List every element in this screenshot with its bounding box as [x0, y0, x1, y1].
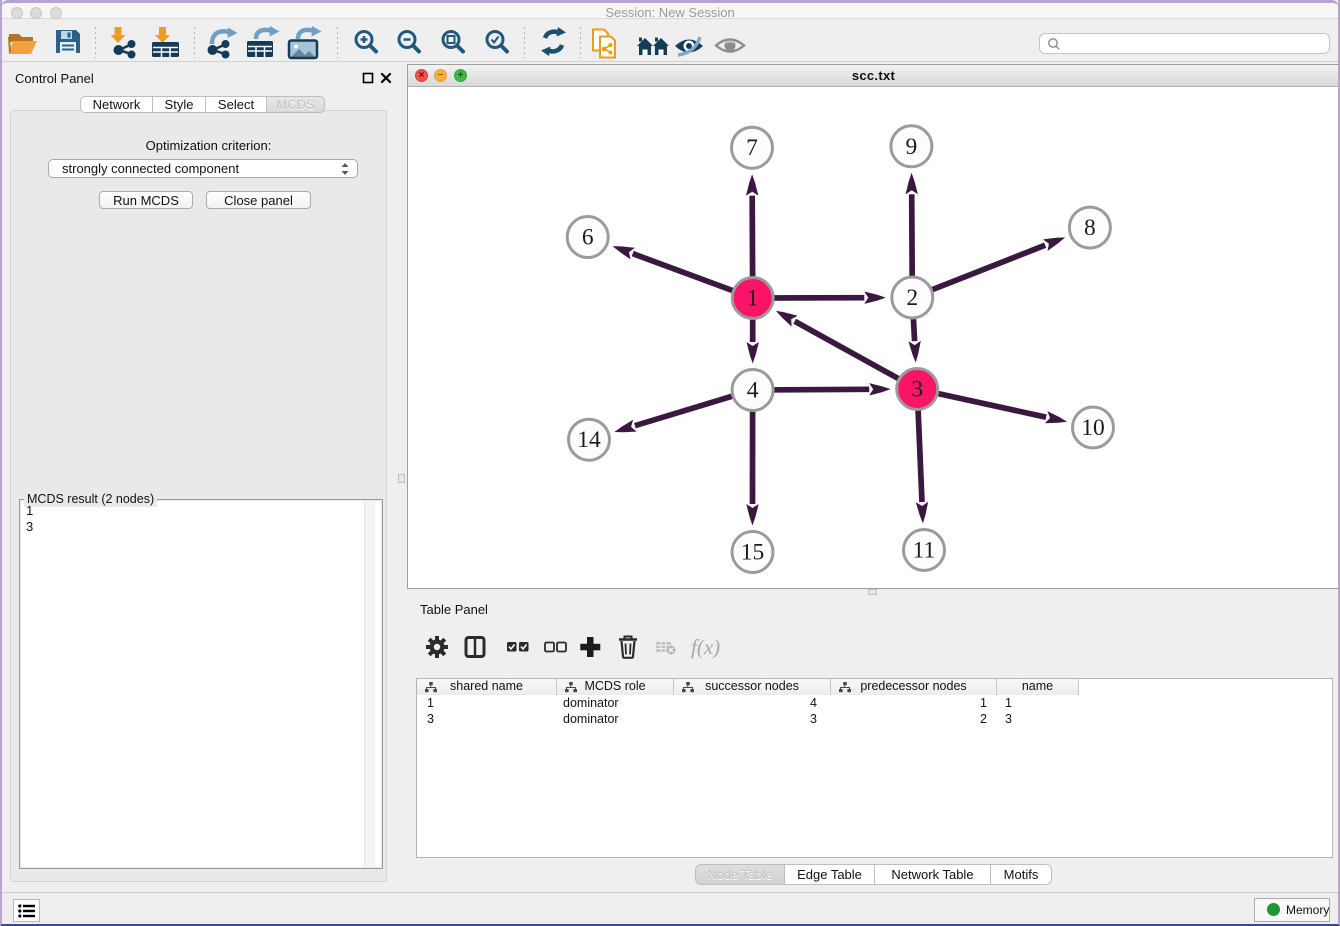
svg-text:6: 6	[582, 225, 594, 251]
svg-text:9: 9	[906, 134, 918, 160]
svg-text:14: 14	[577, 427, 601, 453]
svg-text:f(x): f(x)	[691, 635, 720, 659]
svg-text:8: 8	[1084, 215, 1096, 241]
svg-text:2: 2	[906, 285, 918, 311]
svg-text:11: 11	[913, 538, 936, 564]
svg-text:1: 1	[747, 286, 759, 312]
svg-text:4: 4	[747, 378, 759, 404]
svg-text:7: 7	[746, 135, 758, 161]
svg-text:3: 3	[911, 377, 923, 403]
svg-text:10: 10	[1081, 415, 1105, 441]
svg-text:15: 15	[741, 540, 765, 566]
